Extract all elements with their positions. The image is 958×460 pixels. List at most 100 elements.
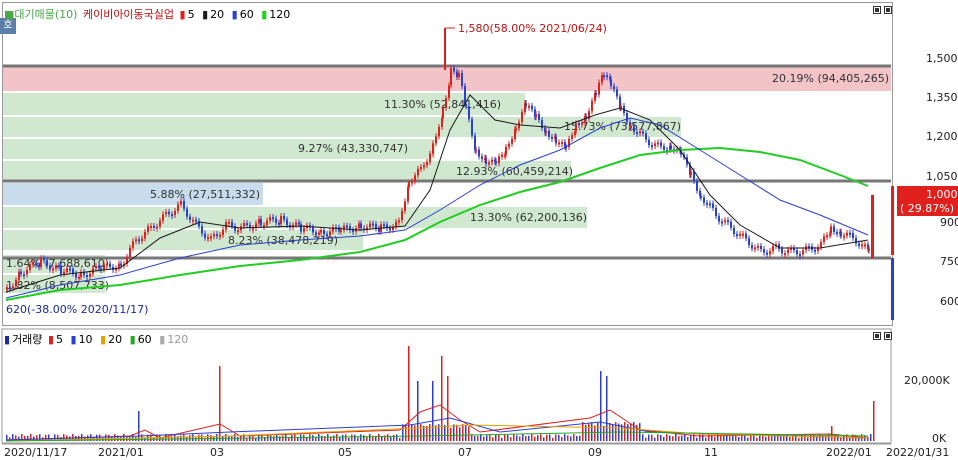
candle bbox=[718, 216, 720, 222]
volume-bar bbox=[387, 434, 389, 441]
volume-bar bbox=[531, 434, 533, 441]
volume-bar bbox=[654, 437, 656, 441]
volume-bar bbox=[453, 424, 455, 441]
volume-bar bbox=[219, 366, 221, 441]
candle bbox=[712, 203, 714, 208]
volume-bar bbox=[546, 434, 548, 441]
candle bbox=[709, 203, 711, 206]
candle bbox=[414, 175, 416, 182]
volume-bar bbox=[468, 426, 470, 441]
price-y-tick: 1,500 bbox=[926, 52, 958, 65]
volume-y-tick: 0K bbox=[932, 432, 947, 445]
candle bbox=[78, 276, 80, 279]
candle bbox=[864, 244, 866, 247]
candle bbox=[60, 265, 62, 274]
current-price: 1,000 bbox=[926, 188, 958, 201]
volume-bar bbox=[390, 437, 392, 441]
candle bbox=[724, 220, 726, 223]
x-axis-label: 2021/01 bbox=[98, 446, 144, 459]
volume-bar bbox=[867, 436, 869, 441]
vol-ma-legend-5: ▮ 5 bbox=[47, 333, 63, 346]
candle bbox=[26, 269, 28, 275]
candle bbox=[757, 245, 759, 248]
volume-bar bbox=[651, 434, 653, 441]
candle bbox=[448, 85, 450, 99]
candle bbox=[213, 234, 215, 237]
volume-bar bbox=[648, 434, 650, 441]
volume-bar bbox=[543, 437, 545, 441]
volume-bar bbox=[345, 434, 347, 441]
volume-bar bbox=[216, 434, 218, 441]
candle bbox=[663, 146, 665, 150]
candle bbox=[501, 154, 503, 157]
candle bbox=[849, 232, 851, 235]
candle bbox=[15, 279, 17, 287]
volume-bar bbox=[765, 436, 767, 441]
volume-bar bbox=[234, 434, 236, 441]
candle bbox=[754, 247, 756, 250]
candle bbox=[275, 218, 277, 223]
candle bbox=[706, 202, 708, 205]
volume-bar bbox=[522, 434, 524, 441]
candle bbox=[252, 228, 254, 231]
volume-bar bbox=[429, 424, 431, 441]
band-label: 9.27% (43,330,747) bbox=[298, 142, 408, 155]
candle bbox=[237, 230, 239, 233]
candle bbox=[9, 287, 11, 290]
price-chart[interactable]: 20.19% (94,405,265) 11.30% (52,841,416) … bbox=[0, 0, 958, 460]
price-y-tick: 600 bbox=[940, 295, 958, 308]
candle bbox=[465, 103, 467, 107]
volume-bar bbox=[705, 437, 707, 441]
volume-bar bbox=[561, 437, 563, 441]
volume-bar bbox=[369, 434, 371, 441]
volume-bar bbox=[600, 371, 602, 441]
candle bbox=[846, 232, 848, 236]
volume-panel-maximize-button[interactable] bbox=[884, 332, 892, 340]
low-annotation: 620(-38.00% 2020/11/17) bbox=[6, 303, 148, 316]
candle bbox=[69, 268, 71, 271]
candle bbox=[165, 211, 167, 215]
volume-bar bbox=[441, 356, 443, 441]
volume-bar bbox=[558, 434, 560, 441]
candle bbox=[75, 273, 77, 278]
volume-bar bbox=[432, 381, 434, 441]
volume-bar bbox=[666, 434, 668, 441]
volume-bar bbox=[723, 436, 725, 441]
volume-bar bbox=[279, 436, 281, 441]
volume-y-tick: 20,000K bbox=[904, 374, 950, 387]
volume-bar bbox=[552, 437, 554, 441]
candle bbox=[66, 268, 68, 272]
volume-panel-minimize-button[interactable] bbox=[873, 332, 881, 340]
candle bbox=[435, 136, 437, 144]
candle bbox=[340, 229, 342, 232]
volume-bar bbox=[645, 437, 647, 441]
volume-bar bbox=[738, 436, 740, 441]
candle bbox=[551, 136, 553, 139]
volume-bar bbox=[306, 437, 308, 441]
volume-bar bbox=[528, 435, 530, 441]
candle bbox=[346, 225, 348, 228]
candle bbox=[471, 119, 473, 136]
volume-bar bbox=[669, 435, 671, 441]
candle bbox=[144, 231, 146, 239]
candle bbox=[721, 221, 723, 224]
band-label: 13.30% (62,200,136) bbox=[470, 211, 587, 224]
candle bbox=[787, 249, 789, 254]
candle bbox=[398, 220, 400, 223]
candle bbox=[58, 265, 60, 268]
volume-bar bbox=[780, 436, 782, 441]
candle bbox=[201, 226, 203, 234]
candle bbox=[408, 182, 410, 188]
candle bbox=[89, 273, 91, 277]
band-label: 20.19% (94,405,265) bbox=[772, 72, 889, 85]
candle bbox=[417, 168, 419, 176]
volume-bar bbox=[519, 436, 521, 441]
candle bbox=[505, 147, 507, 155]
x-axis-label: 11 bbox=[704, 446, 718, 459]
volume-bar bbox=[816, 436, 818, 441]
candle bbox=[781, 248, 783, 254]
volume-bar bbox=[540, 434, 542, 441]
x-axis-label: 05 bbox=[338, 446, 352, 459]
candle bbox=[578, 123, 580, 126]
volume-bar bbox=[516, 435, 518, 441]
